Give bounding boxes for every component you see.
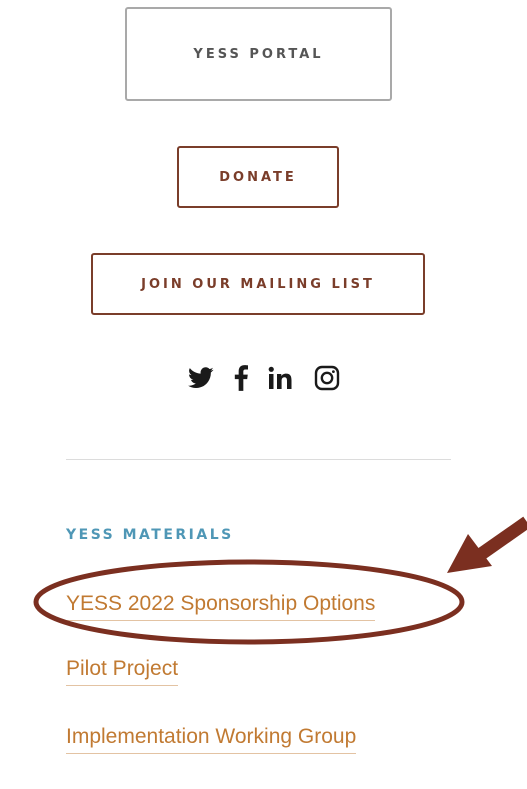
donate-button[interactable]: DONATE xyxy=(177,146,339,208)
linkedin-icon[interactable] xyxy=(268,366,294,390)
twitter-icon[interactable] xyxy=(187,367,214,389)
materials-heading: YESS MATERIALS xyxy=(66,527,234,543)
social-links xyxy=(0,362,527,394)
join-mailing-list-button[interactable]: JOIN OUR MAILING LIST xyxy=(91,253,425,315)
facebook-icon[interactable] xyxy=(234,365,248,391)
yess-portal-button[interactable]: YESS PORTAL xyxy=(125,7,392,101)
section-divider xyxy=(66,459,451,460)
sponsorship-options-link[interactable]: YESS 2022 Sponsorship Options xyxy=(66,592,376,621)
instagram-icon[interactable] xyxy=(314,365,340,391)
implementation-working-group-link[interactable]: Implementation Working Group xyxy=(66,725,357,754)
pilot-project-link[interactable]: Pilot Project xyxy=(66,657,179,686)
arrow-icon xyxy=(447,516,527,573)
